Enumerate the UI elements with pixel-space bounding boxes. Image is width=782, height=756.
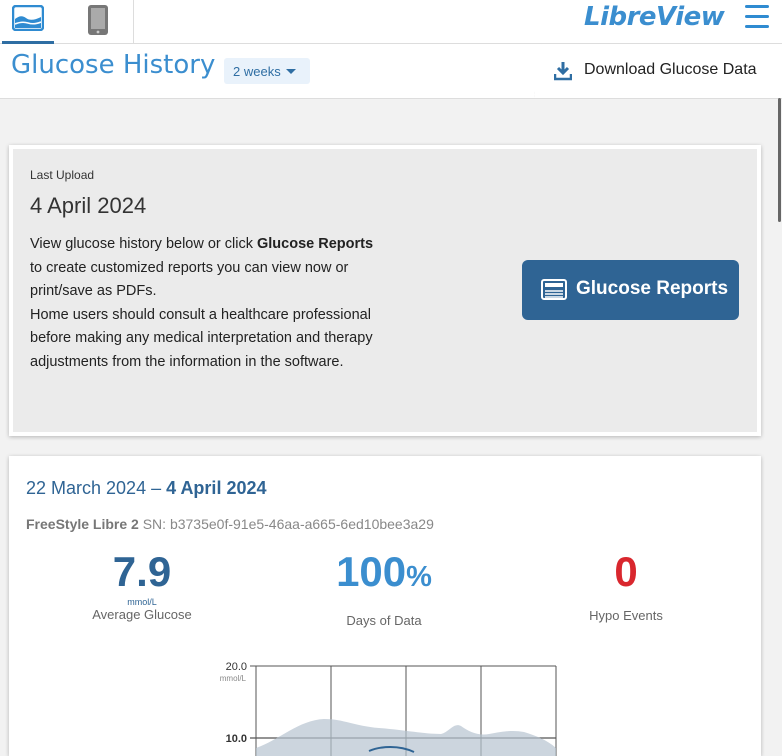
report-icon <box>541 279 567 305</box>
glucose-chart-icon <box>11 4 45 36</box>
last-upload-card: Last Upload 4 April 2024 View glucose hi… <box>9 145 761 436</box>
glucose-reports-button[interactable]: Glucose Reports <box>522 260 739 320</box>
chevron-down-icon <box>286 69 296 74</box>
download-icon <box>553 61 573 86</box>
y-tick-20: 20.0 <box>226 661 247 673</box>
glucose-profile-chart: 20.0 mmol/L 10.0 <box>220 661 557 756</box>
brand-logo[interactable]: LibreView <box>584 0 725 34</box>
download-glucose-data-button[interactable]: Download Glucose Data <box>534 44 778 98</box>
description-text-1: View glucose history below or click <box>30 236 257 252</box>
tablet-icon <box>87 4 109 41</box>
scrollbar[interactable] <box>776 98 782 751</box>
period-value: 2 weeks <box>233 63 281 79</box>
page-header: Glucose History 2 weeks Download Glucose… <box>0 44 782 99</box>
nav-divider <box>133 0 134 44</box>
glucose-reports-label: Glucose Reports <box>576 278 729 299</box>
y-unit-label: mmol/L <box>220 674 247 683</box>
top-bar: LibreView <box>0 0 782 44</box>
description-disclaimer: Home users should consult a healthcare p… <box>30 306 373 370</box>
description-bold: Glucose Reports <box>257 236 374 252</box>
description-text-2: to create customized reports you can vie… <box>30 259 349 300</box>
upload-description: View glucose history below or click Gluc… <box>30 233 385 374</box>
nav-device[interactable] <box>72 0 124 44</box>
last-upload-panel: Last Upload 4 April 2024 View glucose hi… <box>13 149 757 432</box>
scroll-thumb[interactable] <box>778 98 781 222</box>
hamburger-menu-icon[interactable] <box>743 4 771 30</box>
period-dropdown[interactable]: 2 weeks <box>224 58 310 84</box>
y-tick-10: 10.0 <box>226 733 247 745</box>
download-label: Download Glucose Data <box>584 61 757 78</box>
page-title: Glucose History <box>11 50 216 80</box>
last-upload-label: Last Upload <box>30 168 95 182</box>
nav-glucose-history[interactable] <box>2 0 54 44</box>
last-upload-date: 4 April 2024 <box>30 193 147 218</box>
summary-card: 22 March 2024 – 4 April 2024 FreeStyle L… <box>9 456 761 756</box>
